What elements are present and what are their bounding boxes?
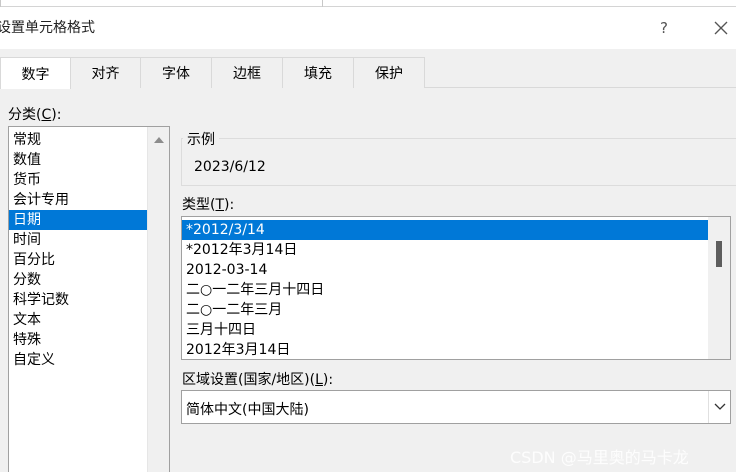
type-list[interactable]: *2012/3/14 *2012年3月14日 2012-03-14 二○一二年三… xyxy=(181,216,731,360)
category-item-selected[interactable]: 日期 xyxy=(9,210,147,230)
help-icon: ? xyxy=(660,19,668,37)
tab-protection[interactable]: 保护 xyxy=(353,57,425,88)
category-list[interactable]: 常规 数值 货币 会计专用 日期 时间 百分比 分数 科学记数 文本 特殊 自定… xyxy=(8,126,170,472)
strip-divider xyxy=(0,0,1,7)
strip-divider xyxy=(322,0,323,7)
category-item[interactable]: 货币 xyxy=(9,170,147,190)
category-label: 分类(C): xyxy=(8,107,62,123)
scroll-thumb[interactable] xyxy=(716,241,722,267)
type-item[interactable]: 二○一二年三月 xyxy=(182,300,710,320)
sample-legend: 示例 xyxy=(183,129,219,149)
type-item-selected[interactable]: *2012/3/14 xyxy=(182,220,710,240)
close-button[interactable] xyxy=(707,15,735,41)
type-item[interactable]: 2012年3月14日 xyxy=(182,340,710,359)
category-item[interactable]: 数值 xyxy=(9,150,147,170)
category-item[interactable]: 常规 xyxy=(9,130,147,150)
category-item[interactable]: 百分比 xyxy=(9,250,147,270)
watermark: CSDN @马里奥的马卡龙 xyxy=(510,448,689,467)
category-item[interactable]: 文本 xyxy=(9,310,147,330)
dialog-titlebar: 设置单元格格式 ? xyxy=(0,7,736,49)
type-item[interactable]: 三月十四日 xyxy=(182,320,710,340)
type-item[interactable]: 2012-03-14 xyxy=(182,260,710,280)
chevron-down-icon xyxy=(714,403,725,410)
tab-strip: 数字 对齐 字体 边框 填充 保护 xyxy=(0,57,736,89)
category-item[interactable]: 时间 xyxy=(9,230,147,250)
close-icon xyxy=(714,21,728,35)
category-item[interactable]: 会计专用 xyxy=(9,190,147,210)
category-item[interactable]: 特殊 xyxy=(9,330,147,350)
tab-border[interactable]: 边框 xyxy=(211,57,283,88)
help-button[interactable]: ? xyxy=(650,15,678,41)
locale-dropdown-button[interactable] xyxy=(708,391,730,423)
dialog-title: 设置单元格格式 xyxy=(0,20,95,36)
spreadsheet-background-strip xyxy=(0,0,736,7)
tab-fill[interactable]: 填充 xyxy=(282,57,354,88)
tab-alignment[interactable]: 对齐 xyxy=(70,57,141,88)
category-scrollbar[interactable] xyxy=(147,127,169,472)
tab-font[interactable]: 字体 xyxy=(140,57,212,88)
locale-select[interactable]: 简体中文(中国大陆) xyxy=(181,390,731,424)
tab-number[interactable]: 数字 xyxy=(0,57,71,89)
type-item[interactable]: *2012年3月14日 xyxy=(182,240,710,260)
locale-select-value: 简体中文(中国大陆) xyxy=(186,402,309,418)
category-item[interactable]: 分数 xyxy=(9,270,147,290)
category-item[interactable]: 自定义 xyxy=(9,350,147,370)
type-label: 类型(T): xyxy=(182,197,235,213)
locale-label: 区域设置(国家/地区)(L): xyxy=(182,372,334,388)
sample-value: 2023/6/12 xyxy=(194,159,266,175)
scroll-up-arrow-icon[interactable] xyxy=(154,137,164,143)
category-item[interactable]: 科学记数 xyxy=(9,290,147,310)
type-scrollbar[interactable] xyxy=(708,217,730,359)
type-item[interactable]: 二○一二年三月十四日 xyxy=(182,280,710,300)
